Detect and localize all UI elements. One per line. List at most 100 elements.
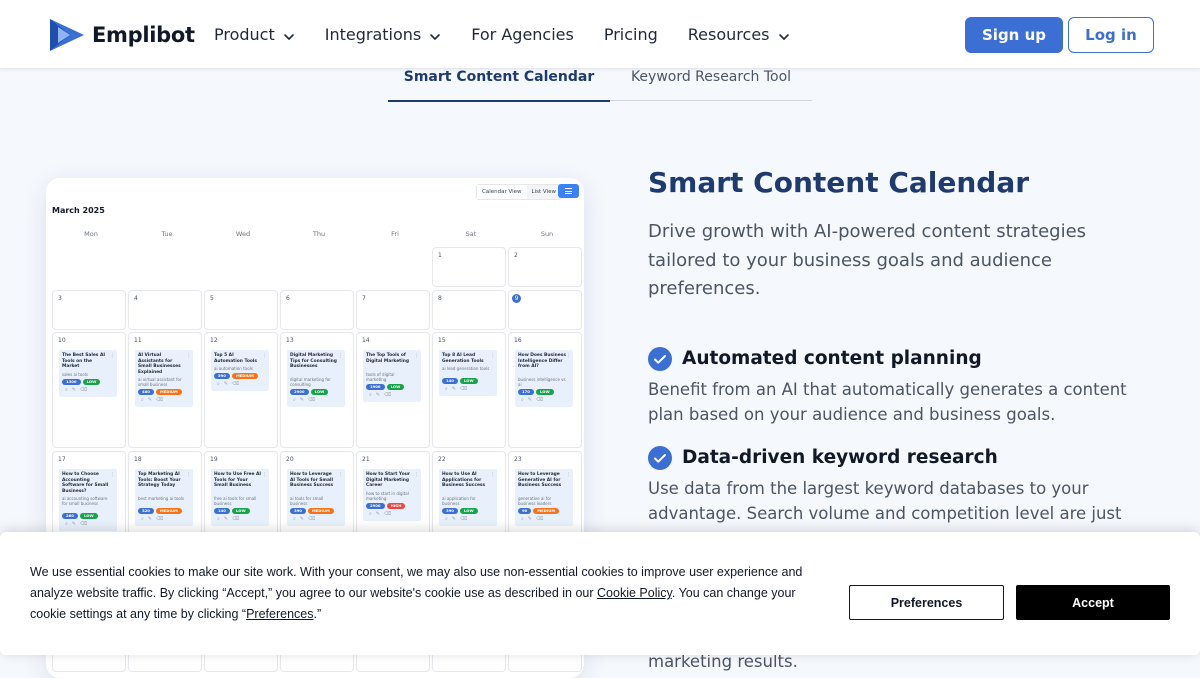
nav-item-for-agencies[interactable]: For Agencies: [471, 25, 574, 44]
content-card[interactable]: AI Virtual Assistants for Small Business…: [135, 350, 193, 408]
more-icon[interactable]: ⋮: [338, 353, 343, 359]
calendar-day[interactable]: 10 The Best Sales AI Tools on the Market ⋮…: [52, 332, 126, 448]
content-card[interactable]: How to Leverage Generative AI for Busine…: [515, 469, 573, 527]
content-card[interactable]: The Top Tools of Digital Marketing ⋮ tools…: [363, 350, 421, 402]
nav-item-label: Resources: [687, 24, 770, 44]
post-title: How Does Business Intelligence Differ fr…: [518, 353, 566, 370]
more-icon[interactable]: ⋮: [414, 353, 419, 359]
more-icon[interactable]: ⋮: [262, 353, 267, 359]
preferences-link[interactable]: Preferences: [246, 607, 313, 621]
content-card[interactable]: Top 8 AI Lead Generation Tools ⋮ ai lead g…: [439, 350, 497, 397]
post-action-icons[interactable]: ⌕✎⌫: [293, 516, 319, 522]
calendar-day[interactable]: 6: [280, 290, 354, 330]
more-icon[interactable]: ⋮: [566, 353, 571, 359]
calendar-day[interactable]: 3: [52, 290, 126, 330]
more-icon[interactable]: ⋮: [338, 472, 343, 478]
day-number: 14: [362, 337, 370, 344]
calendar-day[interactable]: 11 AI Virtual Assistants for Small Busine…: [128, 332, 202, 448]
content-card[interactable]: How to Use AI Applications for Business …: [439, 469, 497, 527]
competition-badge: MEDIUM: [533, 508, 560, 515]
post-action-icons[interactable]: ⌕✎⌫: [217, 381, 243, 387]
tab-keyword-research-tool[interactable]: Keyword Research Tool: [610, 64, 812, 100]
cookie-policy-link[interactable]: Cookie Policy: [597, 586, 672, 600]
more-icon[interactable]: ⋮: [186, 353, 191, 359]
content-card[interactable]: How to Leverage AI Tools for Small Busin…: [287, 469, 345, 527]
chevron-down-icon: [283, 28, 295, 40]
nav-item-resources[interactable]: Resources: [688, 25, 790, 44]
volume-badge: 390: [442, 508, 458, 515]
logo[interactable]: Emplibot: [48, 18, 195, 52]
accept-button[interactable]: Accept: [1016, 585, 1170, 620]
more-icon[interactable]: ⋮: [414, 472, 419, 478]
calendar-day[interactable]: 16 How Does Business Intelligence Differ …: [508, 332, 582, 448]
list-view-toggle[interactable]: List View: [527, 185, 561, 199]
content-card[interactable]: Digital Marketing Tips for Consulting Bu…: [287, 350, 345, 408]
content-card[interactable]: Top Marketing AI Tools: Boost Your Strat…: [135, 469, 193, 527]
calendar-day[interactable]: 13 Digital Marketing Tips for Consulting …: [280, 332, 354, 448]
calendar-day[interactable]: 9: [508, 290, 582, 330]
content-card[interactable]: Top 5 AI Automation Tools ⋮ ai automation …: [211, 350, 269, 392]
more-icon[interactable]: ⋮: [262, 472, 267, 478]
calendar-month: March 2025: [52, 206, 105, 215]
menu-icon[interactable]: [558, 184, 579, 198]
tab-smart-content-calendar[interactable]: Smart Content Calendar: [388, 64, 610, 102]
post-action-icons[interactable]: ⌕✎⌫: [521, 516, 547, 522]
day-number: 4: [134, 295, 138, 302]
post-action-icons[interactable]: ⌕✎⌫: [369, 392, 395, 398]
post-action-icons[interactable]: ⌕✎⌫: [65, 387, 91, 393]
calendar-day[interactable]: 8: [432, 290, 506, 330]
nav-item-integrations[interactable]: Integrations: [325, 25, 442, 44]
post-action-icons[interactable]: ⌕✎⌫: [293, 397, 319, 403]
signup-button[interactable]: Sign up: [965, 17, 1063, 53]
view-toggle[interactable]: Calendar View List View: [476, 184, 562, 200]
post-keyword: free ai tools for small business: [214, 496, 257, 507]
more-icon[interactable]: ⋮: [490, 472, 495, 478]
volume-badge: 2900: [366, 502, 385, 509]
nav-item-product[interactable]: Product: [214, 25, 295, 44]
more-icon[interactable]: ⋮: [566, 472, 571, 478]
content-card[interactable]: How Does Business Intelligence Differ fr…: [515, 350, 573, 408]
day-number: 10: [58, 337, 66, 344]
post-title: Top 8 AI Lead Generation Tools: [442, 353, 484, 364]
content-card[interactable]: How to Start Your Digital Marketing Care…: [363, 469, 421, 521]
content-card[interactable]: How to Choose Accounting Software for Sm…: [59, 469, 117, 532]
post-action-icons[interactable]: ⌕✎⌫: [141, 397, 167, 403]
nav-item-label: For Agencies: [471, 24, 574, 44]
calendar-day[interactable]: 4: [128, 290, 202, 330]
calendar-day[interactable]: 7: [356, 290, 430, 330]
day-number: 20: [286, 456, 294, 463]
post-action-icons[interactable]: ⌕✎⌫: [445, 516, 471, 522]
post-action-icons[interactable]: ⌕✎⌫: [65, 521, 91, 527]
calendar-day[interactable]: 5: [204, 290, 278, 330]
calendar-view-toggle[interactable]: Calendar View: [477, 185, 527, 199]
content-card[interactable]: How to Use Free AI Tools for Your Small …: [211, 469, 269, 527]
post-action-icons[interactable]: ⌕✎⌫: [217, 516, 243, 522]
calendar-day[interactable]: 15 Top 8 AI Lead Generation Tools ⋮ ai lead…: [432, 332, 506, 448]
weekday-label: Sat: [465, 230, 477, 238]
calendar-day[interactable]: 1: [432, 247, 506, 287]
nav-item-pricing[interactable]: Pricing: [604, 25, 658, 44]
calendar-day[interactable]: 14 The Top Tools of Digital Marketing ⋮ too…: [356, 332, 430, 448]
more-icon[interactable]: ⋮: [110, 472, 115, 478]
post-keyword: ai lead generation tools: [442, 366, 490, 372]
login-button[interactable]: Log in: [1068, 17, 1154, 53]
day-number: 3: [58, 295, 62, 302]
calendar-day[interactable]: 12 Top 5 AI Automation Tools ⋮ ai automatio…: [204, 332, 278, 448]
calendar-day[interactable]: 2: [508, 247, 582, 287]
post-action-icons[interactable]: ⌕✎⌫: [445, 386, 471, 392]
more-icon[interactable]: ⋮: [490, 353, 495, 359]
content-card[interactable]: The Best Sales AI Tools on the Market ⋮ sa…: [59, 350, 117, 397]
post-title: How to Start Your Digital Marketing Care…: [366, 472, 411, 489]
nav-item-label: Integrations: [324, 24, 422, 44]
volume-badge: 1900: [366, 383, 385, 390]
post-action-icons[interactable]: ⌕✎⌫: [521, 397, 547, 403]
feature-point-title: Data-driven keyword research: [682, 447, 998, 468]
post-title: How to Leverage AI Tools for Small Busin…: [290, 472, 334, 489]
post-action-icons[interactable]: ⌕✎⌫: [141, 516, 167, 522]
post-keyword: business intelligence vs ai: [518, 377, 566, 388]
preferences-button[interactable]: Preferences: [849, 585, 1004, 620]
post-action-icons[interactable]: ⌕✎⌫: [369, 511, 395, 517]
more-icon[interactable]: ⋮: [186, 472, 191, 478]
more-icon[interactable]: ⋮: [110, 353, 115, 359]
volume-badge: 390: [290, 508, 306, 515]
